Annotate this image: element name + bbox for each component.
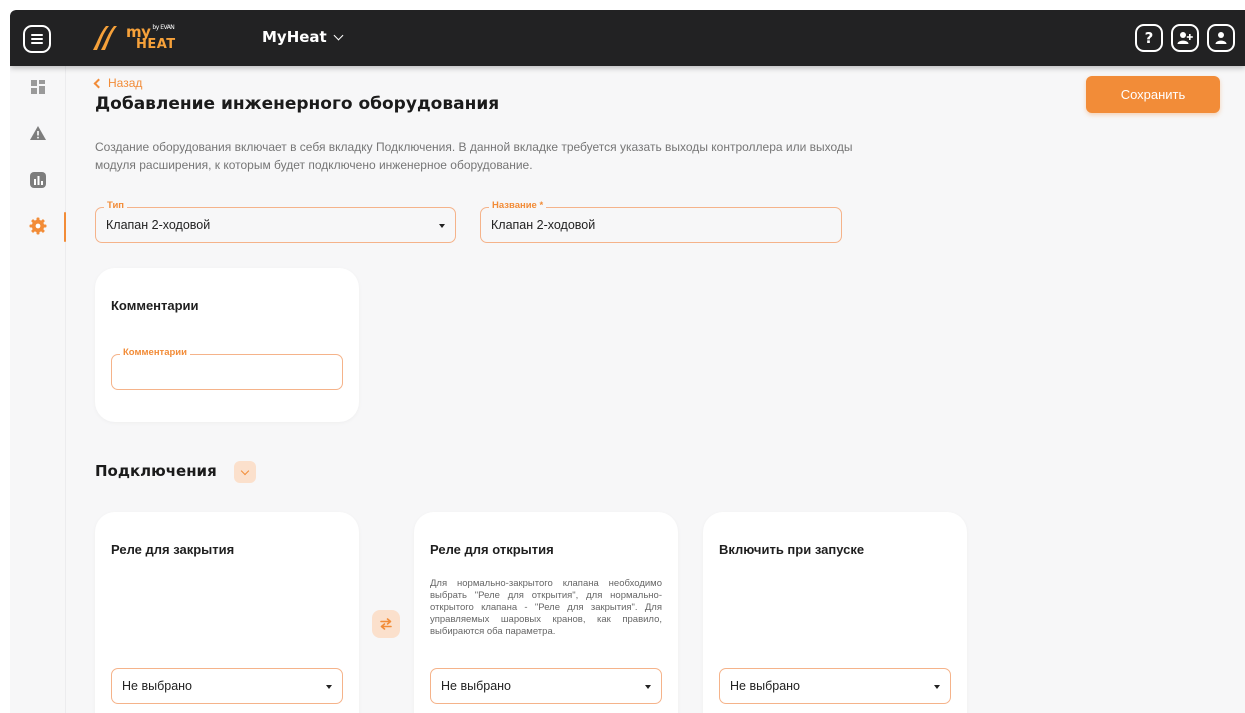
top-bar: my by EVAN HEAT MyHeat ? bbox=[10, 10, 1245, 66]
close-relay-card: Реле для закрытия Не выбрано bbox=[95, 512, 359, 713]
open-relay-value: Не выбрано bbox=[441, 679, 511, 693]
startup-select[interactable]: Не выбрано bbox=[719, 668, 951, 704]
help-button[interactable]: ? bbox=[1135, 24, 1163, 52]
sidebar-item-settings[interactable] bbox=[10, 211, 66, 242]
page-title: Добавление инженерного оборудования bbox=[95, 94, 500, 114]
top-actions: ? bbox=[1135, 24, 1235, 52]
account-selector[interactable]: MyHeat bbox=[262, 28, 344, 46]
open-relay-title: Реле для открытия bbox=[430, 542, 554, 557]
page-description: Создание оборудования включает в себя вк… bbox=[95, 140, 853, 172]
caret-down-icon bbox=[326, 685, 332, 689]
sidebar-item-dashboard[interactable] bbox=[10, 72, 66, 102]
connections-collapse-button[interactable] bbox=[234, 461, 256, 483]
startup-card: Включить при запуске Не выбрано bbox=[703, 512, 967, 713]
close-relay-value: Не выбрано bbox=[122, 679, 192, 693]
caret-down-icon bbox=[934, 685, 940, 689]
close-relay-title: Реле для закрытия bbox=[111, 542, 235, 557]
menu-button[interactable] bbox=[23, 25, 51, 53]
type-select[interactable]: Тип Клапан 2-ходовой bbox=[95, 200, 456, 243]
chevron-down-icon bbox=[333, 30, 344, 40]
caret-down-icon bbox=[645, 685, 651, 689]
sidebar-item-analytics[interactable] bbox=[10, 165, 66, 195]
name-label: Название * bbox=[489, 200, 547, 211]
profile-button[interactable] bbox=[1207, 24, 1235, 52]
add-user-button[interactable] bbox=[1171, 24, 1199, 52]
open-relay-card: Реле для открытия Для нормально-закрытог… bbox=[414, 512, 678, 713]
open-relay-select[interactable]: Не выбрано bbox=[430, 668, 662, 704]
swap-icon bbox=[380, 618, 392, 630]
comments-field-label: Комментарии bbox=[120, 347, 190, 358]
startup-title: Включить при запуске bbox=[719, 542, 865, 557]
back-link[interactable]: Назад bbox=[93, 76, 143, 90]
caret-down-icon bbox=[439, 224, 445, 228]
type-label: Тип bbox=[104, 200, 128, 211]
help-icon: ? bbox=[1144, 29, 1154, 47]
swap-relays-button[interactable] bbox=[372, 610, 400, 638]
sidebar-item-alerts[interactable] bbox=[10, 118, 66, 148]
type-value: Клапан 2-ходовой bbox=[106, 218, 211, 232]
logo-text-bottom: HEAT bbox=[136, 37, 176, 52]
logo-text-small: by EVAN bbox=[152, 24, 175, 31]
comments-card: Комментарии Комментарии bbox=[95, 268, 359, 422]
app-window: my by EVAN HEAT MyHeat ? Назад Добавлени… bbox=[10, 10, 1245, 713]
chevron-down-icon bbox=[240, 466, 250, 475]
back-label: Назад bbox=[108, 76, 143, 90]
menu-icon bbox=[31, 34, 43, 44]
warning-icon bbox=[30, 126, 46, 140]
connections-title: Подключения bbox=[95, 462, 217, 480]
name-value: Клапан 2-ходовой bbox=[491, 218, 596, 232]
account-name: MyHeat bbox=[262, 28, 327, 46]
close-relay-select[interactable]: Не выбрано bbox=[111, 668, 343, 704]
gear-icon bbox=[29, 217, 47, 235]
add-user-icon bbox=[1177, 32, 1193, 44]
comments-card-title: Комментарии bbox=[111, 298, 199, 313]
open-relay-hint: Для нормально-закрытого клапана необходи… bbox=[430, 578, 662, 637]
chart-icon bbox=[30, 172, 46, 188]
logo[interactable]: my by EVAN HEAT bbox=[90, 22, 176, 54]
logo-text: my by EVAN HEAT bbox=[126, 24, 176, 52]
name-field[interactable]: Название * Клапан 2-ходовой bbox=[480, 200, 842, 243]
chevron-left-icon bbox=[93, 78, 104, 88]
dashboard-icon bbox=[31, 80, 45, 94]
flame-logo-icon bbox=[93, 26, 117, 50]
startup-value: Не выбрано bbox=[730, 679, 800, 693]
profile-icon bbox=[1215, 32, 1227, 44]
save-button[interactable]: Сохранить bbox=[1086, 76, 1220, 113]
sidebar bbox=[10, 66, 66, 713]
comments-field[interactable]: Комментарии bbox=[111, 347, 343, 390]
